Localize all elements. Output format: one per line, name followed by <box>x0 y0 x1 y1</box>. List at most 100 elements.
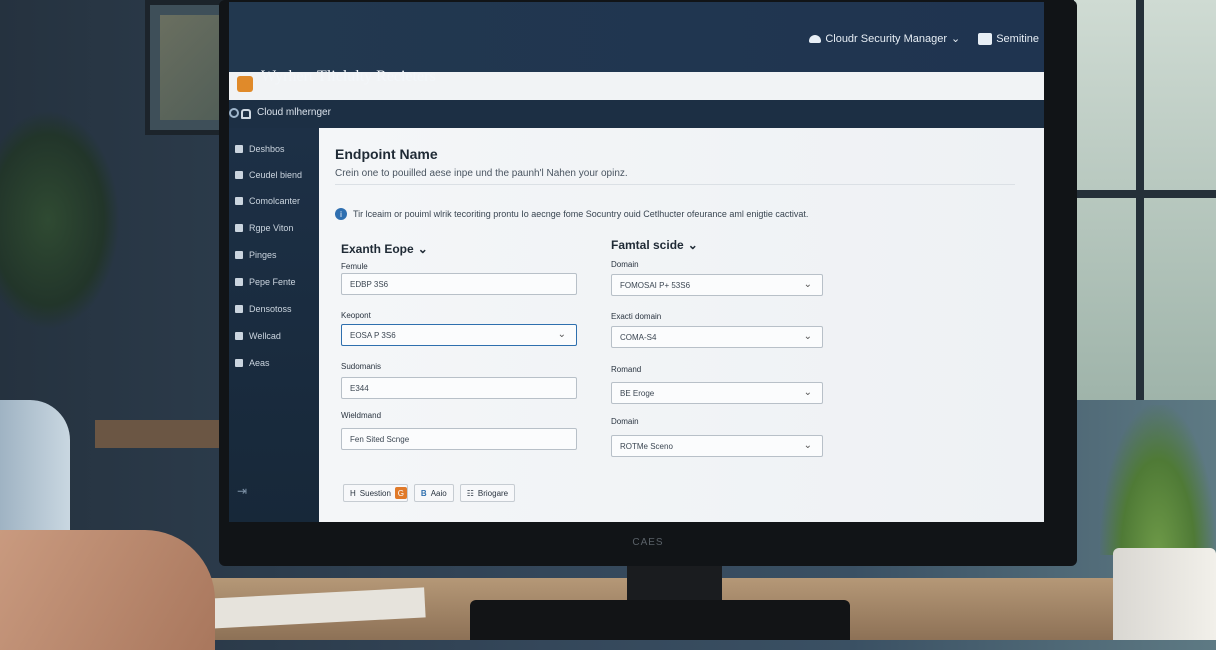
field-label: Wieldmand <box>341 411 382 420</box>
chevron-down-icon: ⌄ <box>950 33 961 45</box>
chevron-down-icon: ⌄ <box>803 331 812 342</box>
account-label: Cloudr Security Manager <box>825 32 947 45</box>
sidebar-item-label: Pepe Fente <box>249 277 296 287</box>
image-icon <box>235 305 243 313</box>
info-icon: i <box>335 208 347 220</box>
button-label: Briogare <box>477 488 509 498</box>
chevron-down-icon: ⌄ <box>803 279 812 290</box>
sidebar-item-aeas[interactable]: Aeas <box>235 354 270 372</box>
field-value: FOMOSAI P+ 53S6 <box>620 281 691 290</box>
location-pin-icon <box>235 332 243 340</box>
sidebar-item-fonts[interactable]: Pepe Fente <box>235 273 296 291</box>
sidebar-item-label: Rgpe Viton <box>249 223 294 233</box>
top-bar-actions: Cloudr Security Manager ⌄ Semitine <box>809 32 1039 45</box>
romand-select[interactable]: BE Eroge ⌄ <box>611 382 823 404</box>
field-value: COMA-S4 <box>620 333 657 342</box>
field-label: Domain <box>611 260 639 269</box>
desk-plant-leaves <box>1100 405 1216 555</box>
button-label: Aaio <box>430 488 447 498</box>
main-panel: Endpoint Name Crein one to pouilled aese… <box>319 128 1044 522</box>
page-title: Endpoint Name <box>335 146 438 162</box>
sidebar: Deshbos Ceudel biend Comolcanter Rgpe Vi… <box>229 128 319 522</box>
chevron-down-icon: ⌄ <box>417 242 428 256</box>
info-text: Tir lceaim or pouiml wlrik tecoriting pr… <box>353 209 809 219</box>
sudomanis-field[interactable]: E344 <box>341 377 577 399</box>
sidebar-item-densotoss[interactable]: Densotoss <box>235 300 292 318</box>
domain-select-2[interactable]: ROTMe Sceno ⌄ <box>611 435 823 457</box>
sidebar-item-label: Ceudel biend <box>249 170 303 180</box>
app-subtitle: Cloud mlhernger <box>257 107 331 118</box>
users-icon <box>235 359 243 367</box>
button-badge: G <box>394 487 407 499</box>
right-section-title-text: Famtal scide <box>611 238 684 252</box>
sidebar-item-view[interactable]: Rgpe Viton <box>235 219 293 237</box>
page-icon <box>235 278 243 286</box>
domain-select[interactable]: FOMOSAI P+ 53S6 ⌄ <box>611 274 823 296</box>
chevron-down-icon: ⌄ <box>687 238 698 252</box>
field-label: Domain <box>611 417 639 426</box>
exact-domain-select[interactable]: COMA-S4 ⌄ <box>611 326 823 348</box>
globe-icon[interactable] <box>229 108 239 118</box>
sidebar-item-label: Aeas <box>249 358 270 368</box>
sidebar-item-pages[interactable]: Pinges <box>235 246 277 264</box>
monitor: Cloudr Security Manager ⌄ Semitine Wyrhe… <box>219 0 1077 566</box>
list-icon: ☷ <box>466 488 474 498</box>
sidebar-item-label: Densotoss <box>249 304 292 314</box>
field-label: Sudomanis <box>341 362 382 371</box>
sidebar-item-label: Wellcad <box>249 331 281 341</box>
page-description: Crein one to pouilled aese inpe und the … <box>335 168 628 179</box>
square-icon <box>235 197 243 205</box>
chevron-down-icon: ⌄ <box>803 440 812 451</box>
file-icon <box>235 224 243 232</box>
field-value: Fen Sited Scnge <box>350 435 410 444</box>
monitor-stand-base <box>470 600 850 640</box>
field-value: ROTMe Sceno <box>620 442 673 451</box>
sub-bar: Cloud mlhernger <box>229 100 1044 128</box>
monitor-brand: CAES <box>632 537 664 548</box>
lock-icon <box>241 109 251 119</box>
screen: Cloudr Security Manager ⌄ Semitine Wyrhe… <box>229 2 1044 522</box>
b-icon: B <box>420 488 427 498</box>
suestion-button[interactable]: H Suestion G <box>343 484 408 502</box>
wieldmand-field[interactable]: Fen Sited Scnge <box>341 428 577 450</box>
briogare-button[interactable]: ☷ Briogare <box>459 484 516 502</box>
top-menu-label: Semitine <box>996 32 1039 45</box>
keopont-select[interactable]: EOSA P 3S6 ⌄ <box>341 324 577 346</box>
app-logo-icon <box>237 76 253 92</box>
sidebar-item-wellcad[interactable]: Wellcad <box>235 327 281 345</box>
divider <box>335 184 1015 185</box>
right-section-title[interactable]: Famtal scide ⌄ <box>611 238 698 252</box>
field-value: EOSA P 3S6 <box>350 331 396 340</box>
button-label: Suestion <box>359 488 391 498</box>
info-banner: i Tir lceaim or pouiml wlrik tecoriting … <box>335 208 808 220</box>
field-label: Romand <box>611 365 642 374</box>
left-section-title-text: Exanth Eope <box>341 242 414 256</box>
femule-field[interactable]: EDBP 3S6 <box>341 273 577 295</box>
field-value: BE Eroge <box>620 389 655 398</box>
top-menu[interactable]: Semitine <box>978 32 1039 45</box>
sidebar-item-dashboard[interactable]: Deshbos <box>235 140 285 158</box>
file-icon <box>235 251 243 259</box>
sidebar-item-label: Comolcanter <box>249 196 301 206</box>
grid-icon <box>235 145 243 153</box>
field-label: Femule <box>341 262 368 271</box>
account-menu[interactable]: Cloudr Security Manager ⌄ <box>809 32 960 45</box>
desk-plant-pot <box>1113 548 1216 640</box>
menu-tile-icon <box>978 32 993 45</box>
cloud-icon <box>809 34 822 43</box>
sidebar-item-board[interactable]: Ceudel biend <box>235 166 302 184</box>
chevron-down-icon: ⌄ <box>803 387 812 398</box>
person-hand <box>0 530 215 650</box>
aaio-button[interactable]: B Aaio <box>413 484 454 502</box>
collapse-sidebar-icon[interactable]: ⇥ <box>237 484 247 498</box>
background-plant <box>0 110 120 330</box>
field-label: Exacti domain <box>611 312 662 321</box>
background-shelf <box>95 420 220 448</box>
left-section-title[interactable]: Exanth Eope ⌄ <box>341 242 428 256</box>
sidebar-item-label: Pinges <box>249 250 277 260</box>
app-title: Wyrhert Tliclulty Recieters <box>261 68 436 85</box>
sidebar-item-label: Deshbos <box>249 144 285 154</box>
top-bar: Cloudr Security Manager ⌄ Semitine <box>229 2 1044 72</box>
sidebar-item-center[interactable]: Comolcanter <box>235 192 300 210</box>
h-icon: H <box>350 488 356 498</box>
